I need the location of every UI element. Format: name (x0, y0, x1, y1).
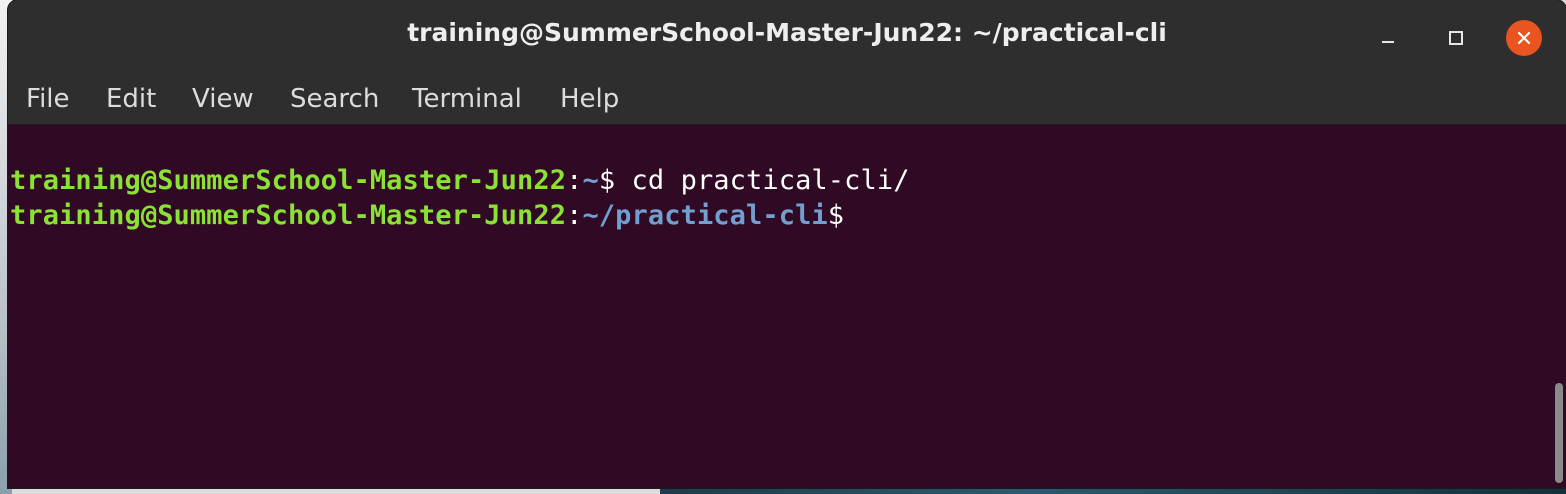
minimize-button[interactable] (1370, 20, 1406, 56)
menu-bar: File Edit View Search Terminal Help (8, 74, 1566, 125)
prompt-symbol: $ (598, 165, 616, 196)
menu-file[interactable]: File (26, 82, 70, 116)
prompt-colon: : (566, 165, 583, 196)
menu-view[interactable]: View (192, 82, 254, 116)
prompt-user-host: training@SummerSchool-Master-Jun22 (10, 165, 567, 196)
window-title: training@SummerSchool-Master-Jun22: ~/pr… (407, 18, 1167, 47)
close-icon (1517, 31, 1531, 45)
close-button[interactable] (1506, 20, 1542, 56)
menu-help[interactable]: Help (560, 82, 619, 116)
title-bar[interactable]: training@SummerSchool-Master-Jun22: ~/pr… (8, 0, 1566, 74)
prompt-colon: : (566, 200, 583, 231)
prompt-symbol: $ (827, 200, 845, 231)
terminal-line: training@SummerSchool-Master-Jun22:~$ cd… (10, 165, 910, 196)
terminal-output[interactable]: training@SummerSchool-Master-Jun22:~$ cd… (8, 125, 1566, 488)
scrollbar[interactable] (1552, 125, 1566, 488)
menu-edit[interactable]: Edit (106, 82, 156, 116)
command-text: cd practical-cli/ (615, 165, 910, 196)
prompt-user-host: training@SummerSchool-Master-Jun22 (10, 200, 567, 231)
minimize-icon (1382, 41, 1394, 43)
prompt-path: ~/practical-cli (582, 200, 828, 231)
terminal-window: training@SummerSchool-Master-Jun22: ~/pr… (8, 0, 1566, 488)
menu-search[interactable]: Search (290, 82, 379, 116)
terminal-line: training@SummerSchool-Master-Jun22:~/pra… (10, 200, 844, 231)
menu-terminal[interactable]: Terminal (412, 82, 522, 116)
maximize-button[interactable] (1438, 20, 1474, 56)
prompt-path: ~ (582, 165, 599, 196)
scroll-thumb[interactable] (1555, 383, 1563, 483)
maximize-icon (1449, 31, 1463, 45)
